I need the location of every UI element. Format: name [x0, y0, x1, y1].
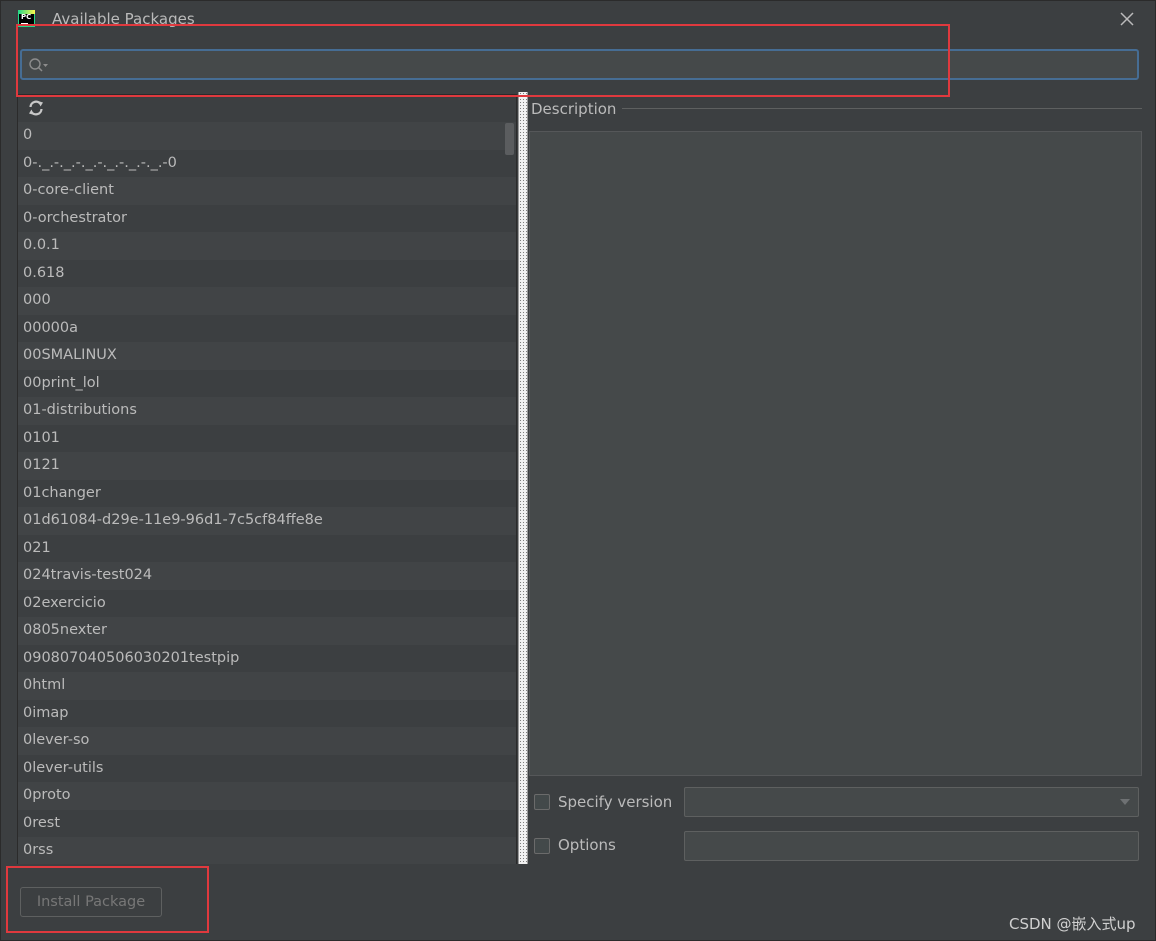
- package-list-item[interactable]: 00000a: [18, 314, 516, 342]
- package-list-item[interactable]: 0.618: [18, 259, 516, 287]
- package-list-item[interactable]: 02exercicio: [18, 589, 516, 617]
- description-label: Description: [531, 100, 617, 118]
- package-list[interactable]: 0 0-._.-._.-._.-._.-._.-._.-0 0-core-clien…: [18, 122, 516, 864]
- package-list-item[interactable]: 0101: [18, 424, 516, 452]
- scrollbar-thumb[interactable]: [505, 123, 514, 155]
- pycharm-logo-icon: PC: [18, 10, 35, 27]
- package-list-item[interactable]: 01changer: [18, 479, 516, 507]
- refresh-button[interactable]: [27, 99, 45, 117]
- package-list-item[interactable]: 090807040506030201testpip: [18, 644, 516, 672]
- package-list-item[interactable]: 01d61084-d29e-11e9-96d1-7c5cf84ffe8e: [18, 507, 516, 535]
- package-list-item[interactable]: 0.0.1: [18, 232, 516, 260]
- search-icon[interactable]: [28, 57, 50, 73]
- panel-splitter[interactable]: [518, 92, 528, 864]
- package-list-item[interactable]: 0-._.-._.-._.-._.-._.-._.-0: [18, 149, 516, 177]
- close-button[interactable]: [1115, 7, 1139, 31]
- package-list-item[interactable]: 0lever-so: [18, 727, 516, 755]
- search-field[interactable]: [20, 49, 1139, 80]
- description-area: [529, 131, 1142, 776]
- package-list-item[interactable]: 0805nexter: [18, 617, 516, 645]
- options-input[interactable]: [684, 831, 1139, 861]
- version-select[interactable]: [684, 787, 1139, 817]
- install-package-button[interactable]: Install Package: [20, 887, 162, 917]
- refresh-icon: [29, 100, 43, 116]
- package-list-panel: 0 0-._.-._.-._.-._.-._.-._.-0 0-core-clien…: [17, 94, 517, 864]
- package-list-item[interactable]: 00SMALINUX: [18, 342, 516, 370]
- app-icon-text: PC: [21, 13, 32, 21]
- package-list-item[interactable]: 0imap: [18, 699, 516, 727]
- package-list-item[interactable]: 0rest: [18, 809, 516, 837]
- description-divider: [622, 108, 1142, 109]
- chevron-down-icon: [1120, 799, 1130, 805]
- package-list-item[interactable]: 01-distributions: [18, 397, 516, 425]
- title-bar: PC Available Packages: [1, 1, 1156, 37]
- package-list-item[interactable]: 0-core-client: [18, 177, 516, 205]
- package-list-item[interactable]: 0lever-utils: [18, 754, 516, 782]
- package-list-item[interactable]: 0rss: [18, 837, 516, 864]
- package-list-item[interactable]: 024travis-test024: [18, 562, 516, 590]
- search-input[interactable]: [56, 54, 1126, 76]
- available-packages-dialog: PC Available Packages 0 0-._.-._.-._.-._…: [0, 0, 1156, 941]
- options-checkbox[interactable]: [534, 838, 550, 854]
- watermark-text: CSDN @嵌入式up: [1009, 915, 1136, 933]
- package-list-item[interactable]: 0-orchestrator: [18, 204, 516, 232]
- specify-version-checkbox[interactable]: [534, 794, 550, 810]
- package-list-item[interactable]: 0html: [18, 672, 516, 700]
- package-list-item[interactable]: 00print_lol: [18, 369, 516, 397]
- package-list-item[interactable]: 0: [18, 122, 516, 150]
- dialog-title: Available Packages: [52, 10, 195, 28]
- package-list-item[interactable]: 021: [18, 534, 516, 562]
- package-list-item[interactable]: 000: [18, 287, 516, 315]
- package-list-item[interactable]: 0proto: [18, 782, 516, 810]
- close-icon: [1120, 12, 1134, 26]
- specify-version-label[interactable]: Specify version: [558, 793, 672, 811]
- options-label[interactable]: Options: [558, 836, 616, 854]
- package-list-item[interactable]: 0121: [18, 452, 516, 480]
